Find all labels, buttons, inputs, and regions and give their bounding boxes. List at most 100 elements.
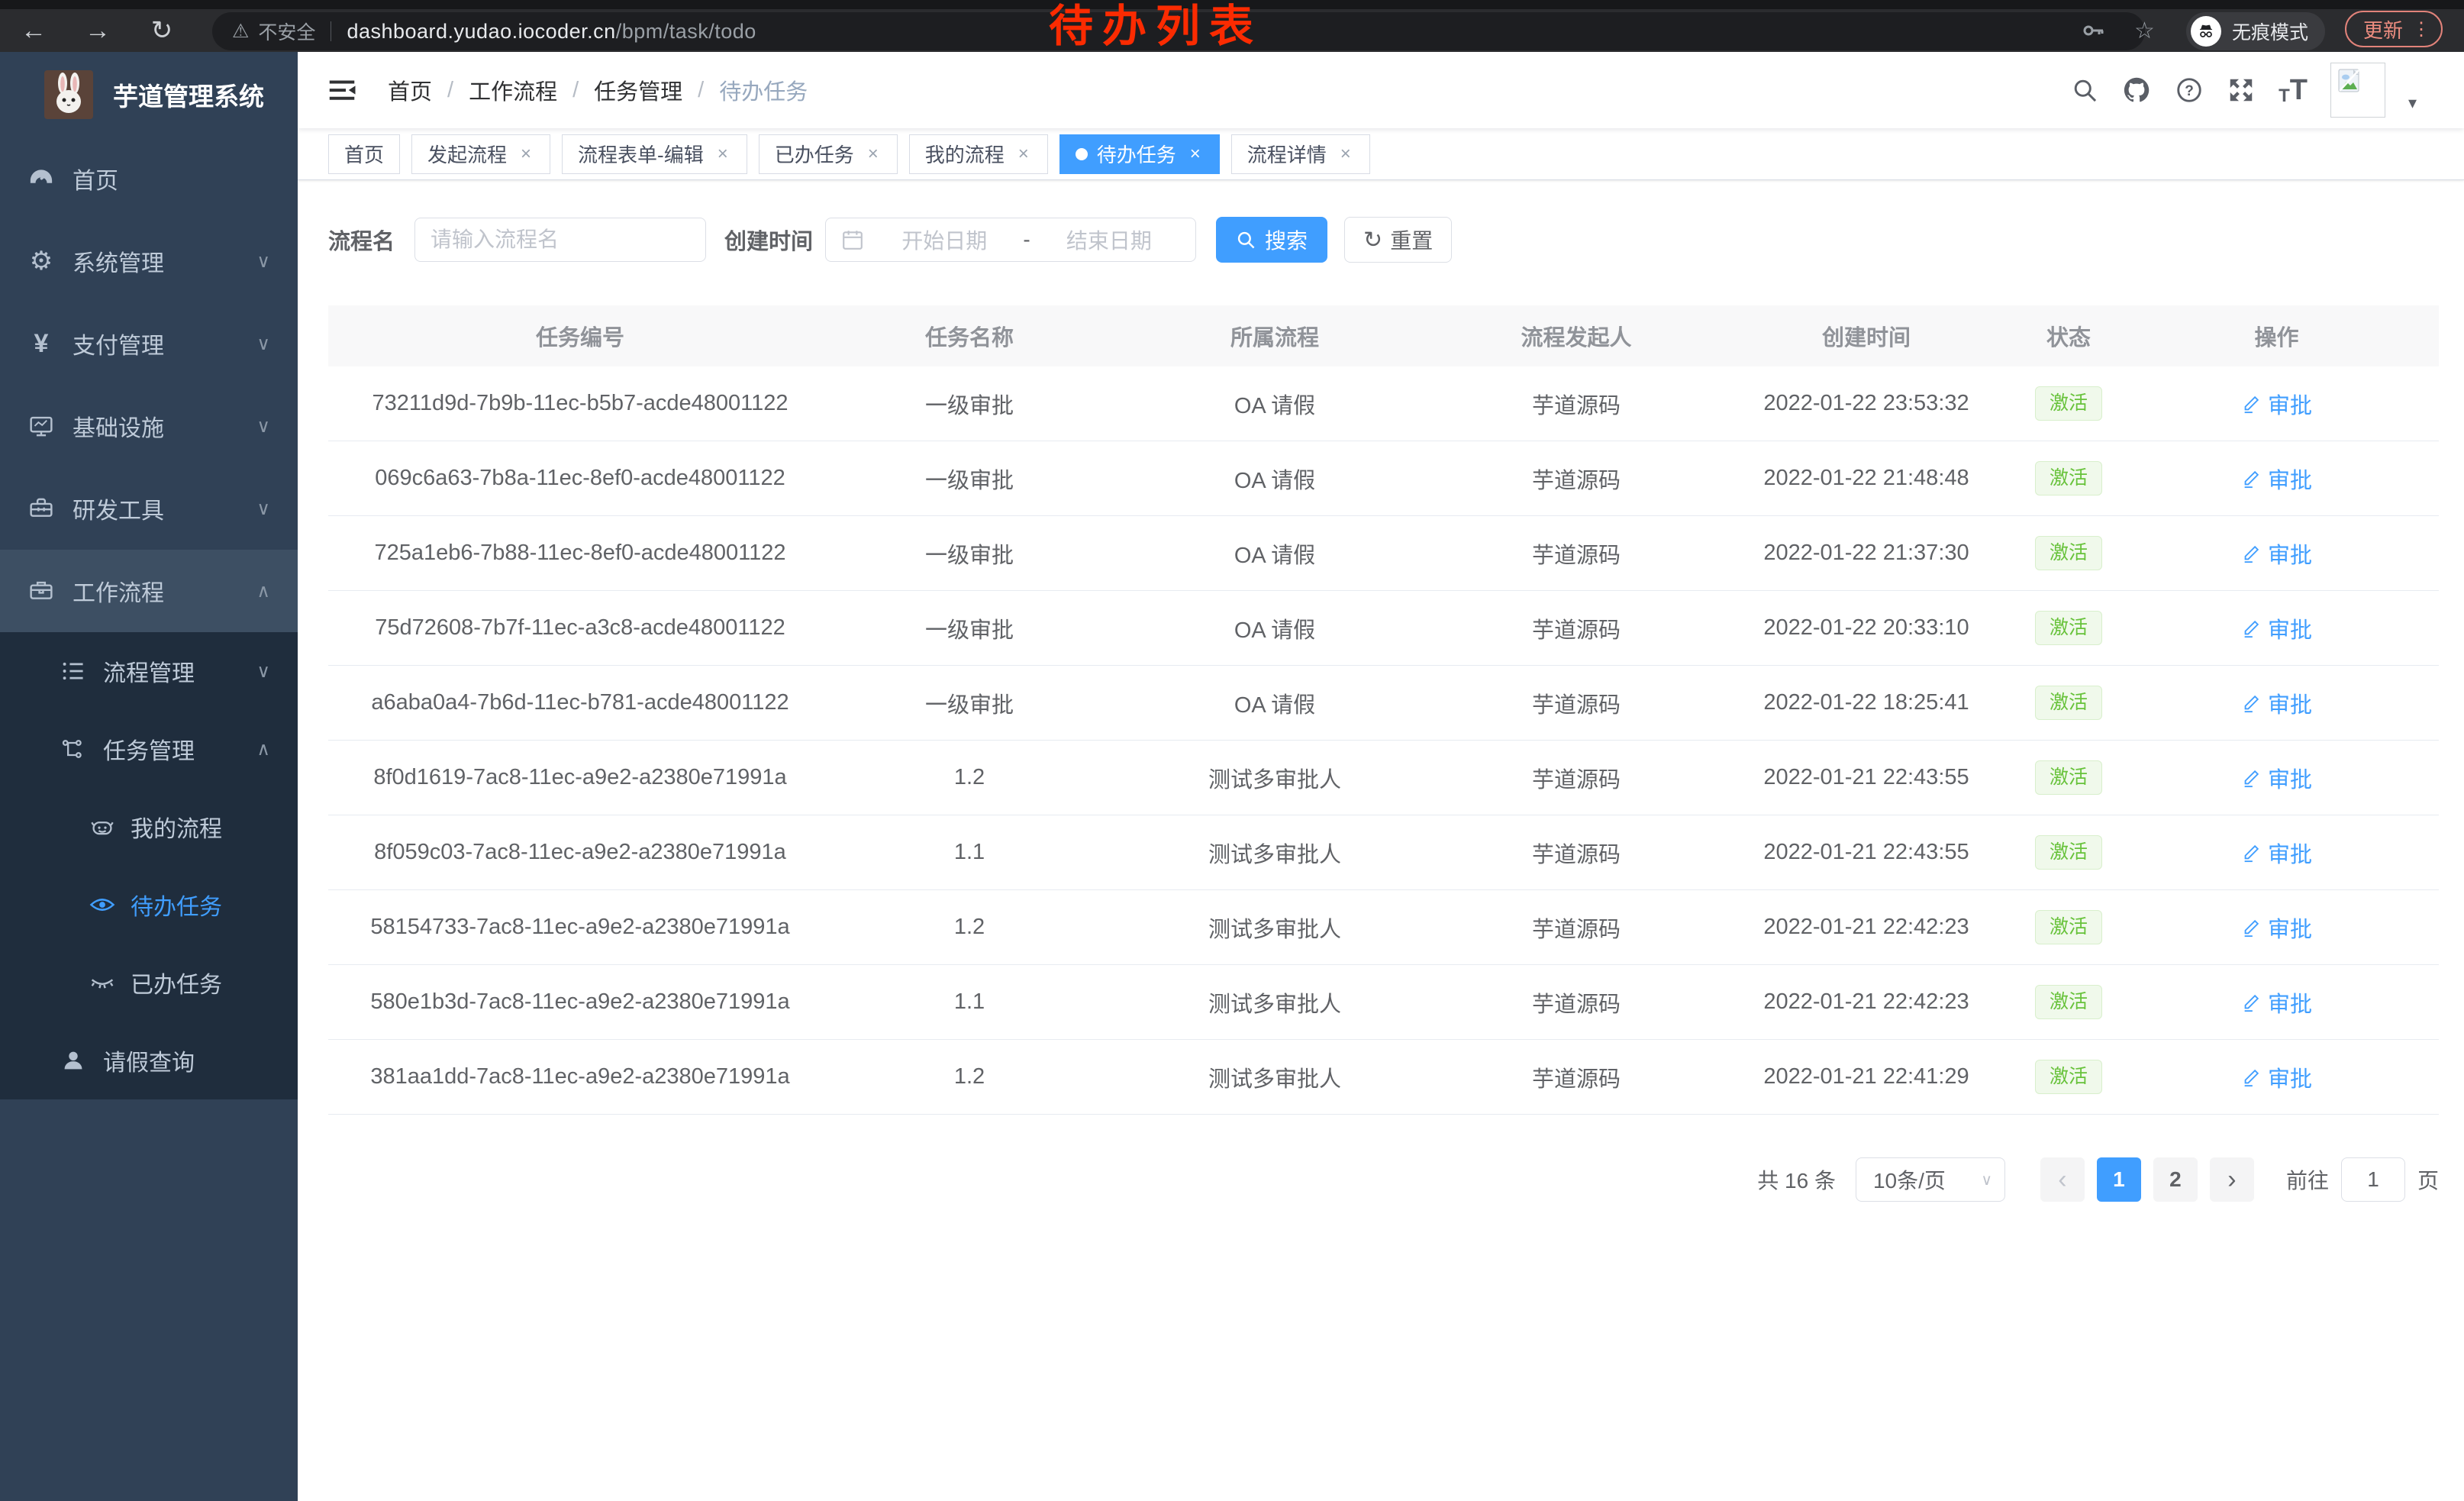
approve-link-label[interactable]: 审批	[2268, 762, 2312, 794]
next-page-button[interactable]: ›	[2210, 1157, 2254, 1202]
process-name-input[interactable]	[414, 218, 706, 262]
browser-update-button[interactable]: 更新 ⋮	[2345, 11, 2443, 47]
sidebar-item-home[interactable]: 首页	[0, 137, 298, 220]
reset-button[interactable]: ↻ 重置	[1344, 217, 1452, 263]
github-icon[interactable]	[2121, 75, 2152, 105]
tab[interactable]: 待办任务 ×	[1059, 134, 1220, 174]
forward-icon[interactable]: →	[81, 16, 114, 46]
close-tab-icon[interactable]: ×	[1015, 144, 1032, 165]
search-button[interactable]: 搜索	[1216, 217, 1327, 263]
fullscreen-icon[interactable]	[2227, 76, 2256, 105]
url-path[interactable]: /bpm/task/todo	[616, 20, 756, 44]
approve-link-label[interactable]: 审批	[2268, 837, 2312, 869]
sidebar-item-task-mgmt[interactable]: 任务管理 ∧	[0, 710, 298, 788]
cell-created: 2022-01-22 21:48:48	[1710, 466, 2023, 491]
tab[interactable]: 流程详情 ×	[1231, 134, 1370, 174]
approve-link-label[interactable]: 审批	[2268, 986, 2312, 1018]
start-date-placeholder[interactable]: 开始日期	[869, 224, 1020, 255]
approve-link-label[interactable]: 审批	[2268, 388, 2312, 420]
back-icon[interactable]: ←	[17, 16, 50, 46]
update-label[interactable]: 更新	[2363, 15, 2403, 44]
sidebar-item-todo-tasks[interactable]: 待办任务	[0, 866, 298, 944]
password-key-icon[interactable]	[2081, 9, 2105, 52]
approve-link[interactable]: 审批	[2241, 1061, 2312, 1093]
tab-label[interactable]: 待办任务	[1097, 140, 1176, 168]
search-button-label[interactable]: 搜索	[1265, 224, 1308, 255]
sidebar-item-payment[interactable]: ¥ 支付管理 ∨	[0, 302, 298, 385]
approve-link-label[interactable]: 审批	[2268, 612, 2312, 644]
tab[interactable]: 已办任务 ×	[759, 134, 898, 174]
close-tab-icon[interactable]: ×	[865, 144, 882, 165]
reset-button-label[interactable]: 重置	[1390, 224, 1433, 255]
pencil-icon	[2241, 993, 2261, 1012]
page-number-button[interactable]: 1	[2097, 1157, 2141, 1202]
tab[interactable]: 发起流程 ×	[411, 134, 550, 174]
approve-link[interactable]: 审批	[2241, 762, 2312, 794]
sidebar-item-my-process[interactable]: 我的流程	[0, 788, 298, 866]
breadcrumb-workflow[interactable]: 工作流程	[469, 74, 557, 106]
cell-process: 测试多审批人	[1107, 986, 1443, 1018]
close-tab-icon[interactable]: ×	[518, 144, 534, 165]
sidebar-item-done-tasks[interactable]: 已办任务	[0, 944, 298, 1022]
goto-page-input[interactable]	[2341, 1157, 2405, 1202]
sidebar-item-process-mgmt[interactable]: 流程管理 ∨	[0, 632, 298, 710]
chevron-down-icon: ∨	[256, 660, 270, 683]
date-range-picker[interactable]: 开始日期 - 结束日期	[825, 218, 1196, 262]
approve-link-label[interactable]: 审批	[2268, 912, 2312, 944]
end-date-placeholder[interactable]: 结束日期	[1034, 224, 1185, 255]
tab-label[interactable]: 我的流程	[925, 140, 1005, 168]
pagination: 共 16 条 10条/页 ∨ ‹ 1 2 › 前往 页	[328, 1157, 2439, 1202]
close-tab-icon[interactable]: ×	[1337, 144, 1354, 165]
approve-link-label[interactable]: 审批	[2268, 687, 2312, 719]
sidebar-item-devtools[interactable]: 研发工具 ∨	[0, 467, 298, 550]
prev-page-button[interactable]: ‹	[2040, 1157, 2085, 1202]
approve-link-label[interactable]: 审批	[2268, 463, 2312, 495]
sidebar-item-infra[interactable]: 基础设施 ∨	[0, 385, 298, 467]
not-secure-warning-icon[interactable]: ⚠	[232, 20, 249, 43]
briefcase-icon	[23, 573, 60, 609]
column-header: 创建时间	[1710, 320, 2023, 352]
approve-link-label[interactable]: 审批	[2268, 1061, 2312, 1093]
tab[interactable]: 首页	[328, 134, 400, 174]
reload-icon[interactable]: ↻	[145, 15, 179, 46]
menu-fold-icon[interactable]	[327, 75, 357, 105]
gear-icon: ⚙	[23, 243, 60, 279]
help-icon[interactable]: ?	[2175, 76, 2204, 105]
approve-link[interactable]: 审批	[2241, 388, 2312, 420]
approve-link[interactable]: 审批	[2241, 463, 2312, 495]
app-logo-row[interactable]: 芋道管理系统	[0, 52, 298, 137]
approve-link-label[interactable]: 审批	[2268, 537, 2312, 570]
approve-link[interactable]: 审批	[2241, 912, 2312, 944]
security-label[interactable]: 不安全	[258, 18, 315, 45]
font-size-icon[interactable]: TT	[2279, 74, 2308, 107]
tab[interactable]: 我的流程 ×	[909, 134, 1048, 174]
cell-created: 2022-01-21 22:41:29	[1710, 1064, 2023, 1089]
approve-link[interactable]: 审批	[2241, 837, 2312, 869]
sidebar-item-workflow[interactable]: 工作流程 ∧	[0, 550, 298, 632]
sidebar-item-leave-query[interactable]: 请假查询	[0, 1022, 298, 1099]
page-size-select[interactable]: 10条/页 ∨	[1856, 1157, 2005, 1202]
close-tab-icon[interactable]: ×	[714, 144, 731, 165]
tab-label[interactable]: 首页	[344, 140, 384, 168]
approve-link[interactable]: 审批	[2241, 537, 2312, 570]
approve-link[interactable]: 审批	[2241, 612, 2312, 644]
bookmark-star-icon[interactable]: ☆	[2134, 9, 2155, 52]
approve-link[interactable]: 审批	[2241, 687, 2312, 719]
chevron-down-icon[interactable]: ▾	[2408, 93, 2417, 113]
avatar[interactable]	[2330, 63, 2385, 118]
search-icon[interactable]	[2071, 76, 2098, 104]
tab[interactable]: 流程表单-编辑 ×	[562, 134, 747, 174]
browser-menu-icon[interactable]: ⋮	[2412, 18, 2430, 40]
breadcrumb-task-mgmt[interactable]: 任务管理	[594, 74, 682, 106]
page-number-button[interactable]: 2	[2153, 1157, 2198, 1202]
approve-link[interactable]: 审批	[2241, 986, 2312, 1018]
tab-label[interactable]: 流程表单-编辑	[578, 140, 704, 168]
url-host[interactable]: dashboard.yudao.iocoder.cn	[347, 20, 615, 44]
sidebar-item-system[interactable]: ⚙ 系统管理 ∨	[0, 220, 298, 302]
tab-label[interactable]: 已办任务	[775, 140, 854, 168]
close-tab-icon[interactable]: ×	[1187, 144, 1204, 165]
page-size-value[interactable]: 10条/页	[1873, 1164, 1946, 1195]
tab-label[interactable]: 发起流程	[427, 140, 507, 168]
tab-label[interactable]: 流程详情	[1247, 140, 1327, 168]
breadcrumb-home[interactable]: 首页	[388, 74, 432, 106]
